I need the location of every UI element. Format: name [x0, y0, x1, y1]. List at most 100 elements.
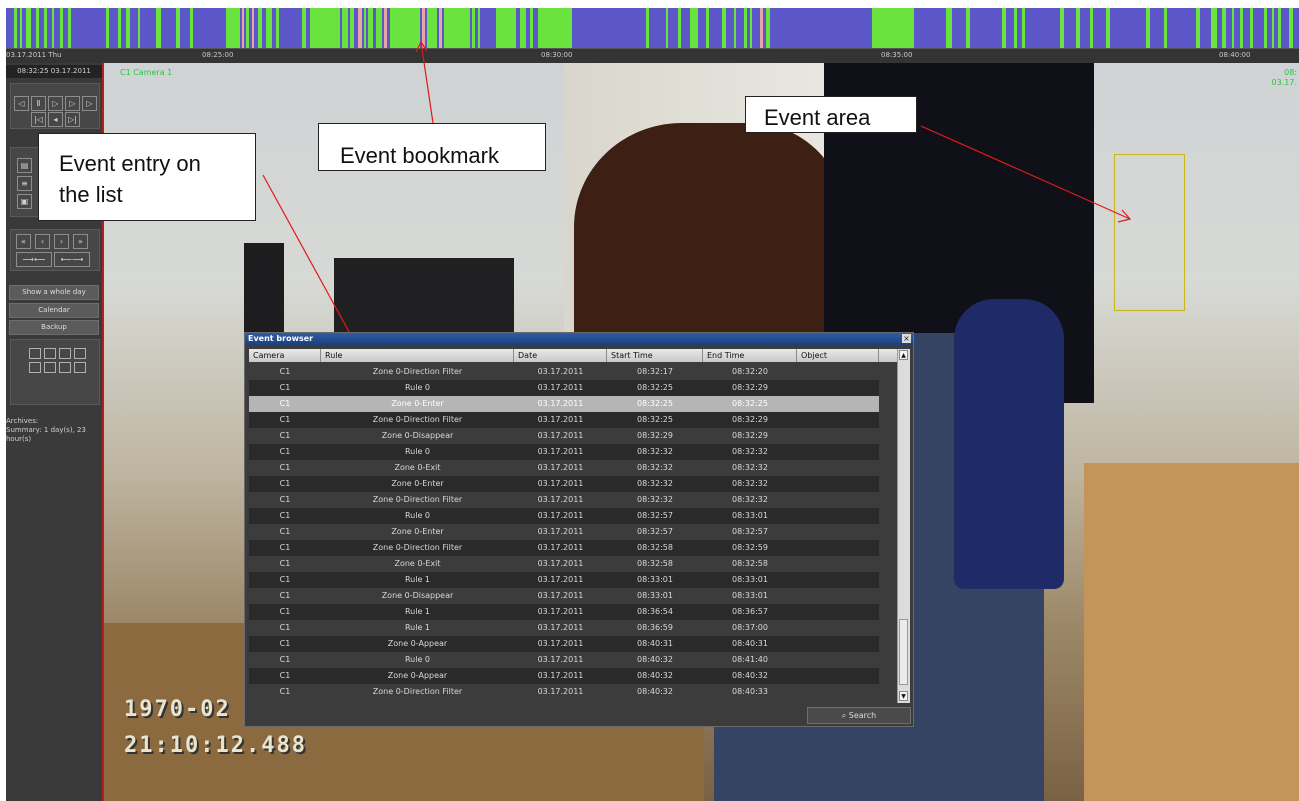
timeline-event-segment[interactable]: [722, 8, 726, 48]
timeline-bookmark[interactable]: [439, 8, 442, 48]
timeline-event-segment[interactable]: [266, 8, 272, 48]
timeline-event-segment[interactable]: [176, 8, 180, 48]
fast-rewind-icon[interactable]: «: [16, 234, 31, 249]
timeline-event-segment[interactable]: [52, 8, 54, 48]
timeline-event-segment[interactable]: [734, 8, 736, 48]
timeline-event-segment[interactable]: [126, 8, 130, 48]
column-header-start-time[interactable]: Start Time: [607, 349, 703, 362]
timeline-event-segment[interactable]: [118, 8, 121, 48]
step-back-icon[interactable]: ◁: [14, 96, 29, 111]
collapse-range-icon[interactable]: ⟶⟵: [16, 252, 52, 267]
timeline-event-segment[interactable]: [376, 8, 382, 48]
timeline-event-segment[interactable]: [36, 8, 39, 48]
timeline-event-segment[interactable]: [872, 8, 914, 48]
table-row[interactable]: C1 Rule 0 03.17.2011 08:32:25 08:32:29: [249, 380, 879, 396]
table-row[interactable]: C1 Rule 1 03.17.2011 08:36:54 08:36:57: [249, 604, 879, 620]
timeline-event-segment[interactable]: [1232, 8, 1234, 48]
column-header-date[interactable]: Date: [514, 349, 607, 362]
timeline-event-segment[interactable]: [706, 8, 709, 48]
timeline-event-segment[interactable]: [1106, 8, 1110, 48]
timeline-event-segment[interactable]: [20, 8, 22, 48]
timeline-event-segment[interactable]: [364, 8, 366, 48]
timeline-event-segment[interactable]: [427, 8, 437, 48]
timeline-event-segment[interactable]: [472, 8, 475, 48]
event-table-scrollbar[interactable]: ▲ ▼: [897, 349, 910, 703]
timeline-event-segment[interactable]: [1278, 8, 1281, 48]
pause-icon[interactable]: Ⅱ: [31, 96, 46, 111]
timeline-event-segment[interactable]: [530, 8, 533, 48]
layout-4x4-icon[interactable]: [74, 348, 86, 359]
timeline-event-segment[interactable]: [478, 8, 480, 48]
timeline-event-segment[interactable]: [946, 8, 952, 48]
timeline-bookmark[interactable]: [384, 8, 387, 48]
timeline-event-segment[interactable]: [1222, 8, 1226, 48]
snapshot-icon[interactable]: ▤: [17, 158, 32, 173]
table-row[interactable]: C1 Zone 0-Direction Filter 03.17.2011 08:32…: [249, 492, 879, 508]
timeline-bookmark[interactable]: [242, 8, 244, 48]
timeline-event-segment[interactable]: [26, 8, 31, 48]
timeline-bookmark[interactable]: [422, 8, 425, 48]
timeline-event-segment[interactable]: [342, 8, 348, 48]
timeline-event-segment[interactable]: [246, 8, 249, 48]
expand-range-icon[interactable]: ⟵⟶: [54, 252, 90, 267]
table-row[interactable]: C1 Rule 1 03.17.2011 08:36:59 08:37:00: [249, 620, 879, 636]
fast-forward-icon[interactable]: »: [73, 234, 88, 249]
table-row[interactable]: C1 Zone 0-Enter 03.17.2011 08:32:57 08:32:57: [249, 524, 879, 540]
timeline-event-segment[interactable]: [766, 8, 770, 48]
scroll-thumb[interactable]: [899, 619, 908, 685]
table-row[interactable]: C1 Zone 0-Exit 03.17.2011 08:32:32 08:32:32: [249, 460, 879, 476]
timeline-event-segment[interactable]: [106, 8, 109, 48]
table-row[interactable]: C1 Rule 0 03.17.2011 08:32:57 08:33:01: [249, 508, 879, 524]
table-row[interactable]: C1 Rule 0 03.17.2011 08:32:32 08:32:32: [249, 444, 879, 460]
timeline-ruler[interactable]: 03.17.2011 Thu 08:25:00 08:30:00 08:35:0…: [6, 48, 1299, 63]
table-row[interactable]: C1 Zone 0-Appear 03.17.2011 08:40:32 08:40:3…: [249, 668, 879, 684]
timeline-event-segment[interactable]: [750, 8, 752, 48]
scroll-down-icon[interactable]: ▼: [899, 691, 908, 701]
timeline-event-segment[interactable]: [14, 8, 17, 48]
table-row[interactable]: C1 Zone 0-Enter 03.17.2011 08:32:32 08:32:32: [249, 476, 879, 492]
timeline-event-segment[interactable]: [520, 8, 526, 48]
timeline-bar[interactable]: [6, 8, 1299, 48]
timeline-event-segment[interactable]: [390, 8, 420, 48]
table-row[interactable]: C1 Zone 0-Disappear 03.17.2011 08:32:29 08:3…: [249, 428, 879, 444]
layout-3x3-icon[interactable]: [44, 348, 56, 359]
table-row[interactable]: C1 Rule 1 03.17.2011 08:33:01 08:33:01: [249, 572, 879, 588]
table-row[interactable]: C1 Zone 0-Direction Filter 03.17.2011 08:32…: [249, 364, 879, 380]
timeline-event-segment[interactable]: [60, 8, 63, 48]
timeline-event-segment[interactable]: [1014, 8, 1017, 48]
show-whole-day-button[interactable]: Show a whole day: [9, 285, 99, 300]
backup-button[interactable]: Backup: [9, 320, 99, 335]
forward-icon[interactable]: ›: [54, 234, 69, 249]
table-row[interactable]: C1 Zone 0-Appear 03.17.2011 08:40:31 08:40:3…: [249, 636, 879, 652]
timeline-bookmark[interactable]: [358, 8, 362, 48]
timeline-event-segment[interactable]: [666, 8, 668, 48]
timeline-event-segment[interactable]: [226, 8, 240, 48]
timeline-event-segment[interactable]: [690, 8, 698, 48]
layout-1plus7-icon[interactable]: [44, 362, 56, 373]
layout-grid-icon[interactable]: [59, 362, 71, 373]
layout-2x2-icon[interactable]: [29, 348, 41, 359]
timeline-event-segment[interactable]: [350, 8, 354, 48]
table-row[interactable]: C1 Zone 0-Disappear 03.17.2011 08:33:01 08:3…: [249, 588, 879, 604]
timeline-event-segment[interactable]: [1211, 8, 1217, 48]
timeline-event-segment[interactable]: [1250, 8, 1253, 48]
layout-single-icon[interactable]: [74, 362, 86, 373]
column-header-object[interactable]: Object: [797, 349, 879, 362]
table-row[interactable]: C1 Zone 0-Direction Filter 03.17.2011 08:32…: [249, 540, 879, 556]
timeline-event-segment[interactable]: [276, 8, 279, 48]
column-header-camera[interactable]: Camera: [249, 349, 321, 362]
timeline-event-segment[interactable]: [1289, 8, 1293, 48]
timeline-event-segment[interactable]: [1264, 8, 1267, 48]
fast-forward-icon[interactable]: ▷: [82, 96, 97, 111]
layout-1plus-icon[interactable]: [59, 348, 71, 359]
timeline-event-segment[interactable]: [258, 8, 262, 48]
search-button[interactable]: ⌕ Search: [807, 707, 911, 724]
skip-end-icon[interactable]: ▷|: [65, 112, 80, 127]
event-browser-titlebar[interactable]: Event browser ×: [245, 333, 913, 345]
timeline-event-segment[interactable]: [368, 8, 373, 48]
timeline-event-segment[interactable]: [444, 8, 470, 48]
table-row[interactable]: C1 Zone 0-Direction Filter 03.17.2011 08:32…: [249, 412, 879, 428]
export-icon[interactable]: ▣: [17, 194, 32, 209]
timeline-event-segment[interactable]: [1146, 8, 1150, 48]
skip-start-icon[interactable]: |◁: [31, 112, 46, 127]
